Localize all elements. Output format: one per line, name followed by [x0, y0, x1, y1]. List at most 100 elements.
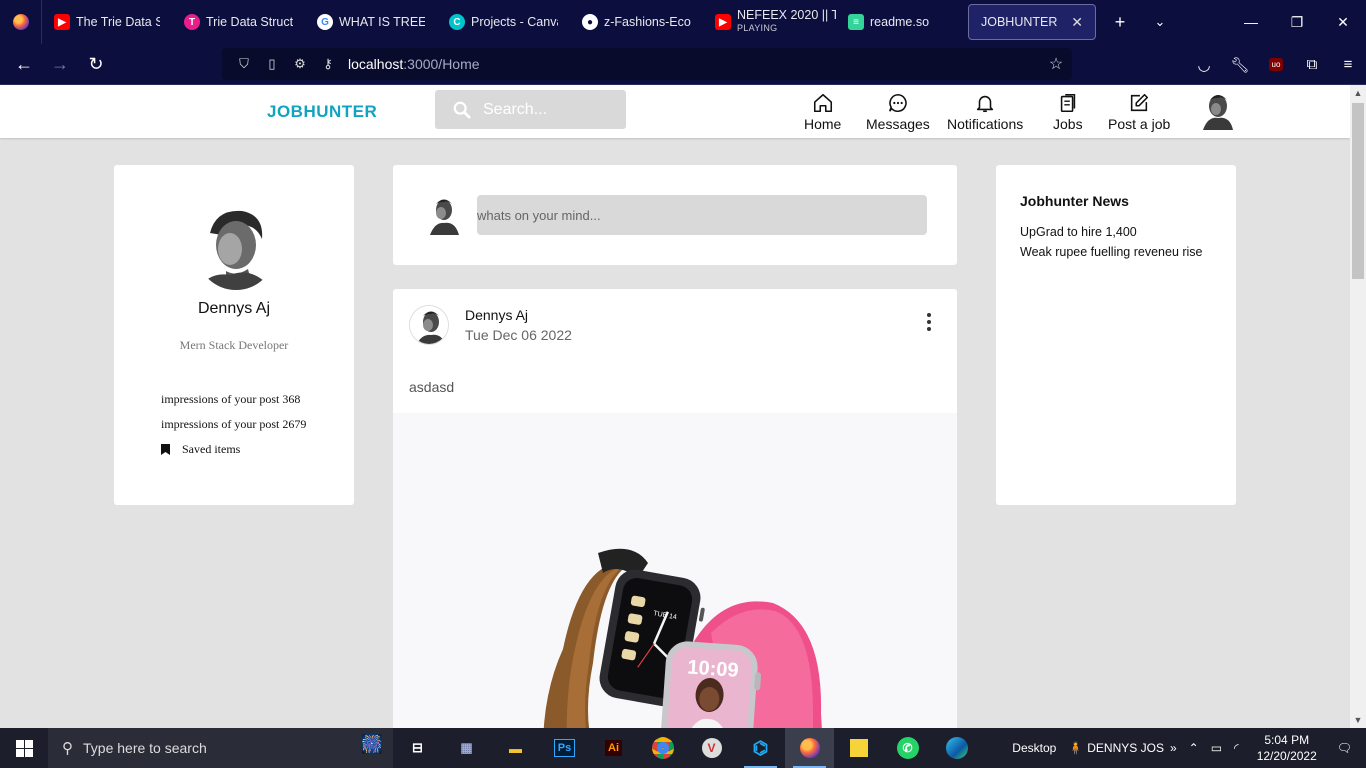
- compose-avatar: [430, 199, 459, 235]
- scroll-down-icon[interactable]: ▼: [1350, 712, 1366, 728]
- browser-tab[interactable]: ▶ The Trie Data Stru: [42, 0, 172, 44]
- post-text: asdasd: [409, 379, 455, 395]
- url-bar[interactable]: ⛉ ▯ ⚙ ⚷ localhost:3000/Home ☆: [222, 48, 1072, 80]
- browser-navbar: ← → ↻ ⛉ ▯ ⚙ ⚷ localhost:3000/Home ☆ ◡ 🔧︎…: [0, 44, 1366, 85]
- scrollbar-thumb[interactable]: [1352, 103, 1364, 279]
- desktop-toolbar[interactable]: Desktop: [1006, 741, 1062, 755]
- extensions-icon[interactable]: ⧉: [1294, 44, 1330, 85]
- nav-post-job[interactable]: Post a job: [1108, 92, 1170, 132]
- t-icon: T: [184, 14, 200, 30]
- edge-icon[interactable]: [932, 728, 981, 768]
- profile-name[interactable]: Dennys Aj: [114, 300, 354, 318]
- url-text[interactable]: localhost:3000/Home: [348, 56, 480, 72]
- watch-illustration: TUE 14 10:09: [543, 548, 823, 749]
- restore-icon[interactable]: ❐: [1274, 0, 1320, 44]
- scroll-up-icon[interactable]: ▲: [1350, 85, 1366, 101]
- notifications-center-icon[interactable]: 🗨︎: [1329, 741, 1366, 755]
- saved-items-link[interactable]: Saved items: [161, 437, 306, 462]
- hamburger-menu-icon[interactable]: ≡: [1330, 44, 1366, 85]
- messages-icon: [888, 93, 907, 113]
- illustrator-icon[interactable]: Ai: [589, 728, 638, 768]
- ublock-icon[interactable]: uo: [1258, 44, 1294, 85]
- browser-tab[interactable]: G WHAT IS TREE DA: [305, 0, 437, 44]
- browser-tab[interactable]: ▶ NEFEEX 2020 || To PLAYING: [703, 0, 836, 44]
- wrench-icon[interactable]: 🔧︎: [1222, 44, 1258, 85]
- vivaldi-icon[interactable]: V: [687, 728, 736, 768]
- chevron-right-icon: »: [1169, 741, 1177, 755]
- more-options-icon[interactable]: [923, 313, 935, 331]
- browser-tab-active[interactable]: JOBHUNTER ✕: [968, 4, 1096, 40]
- reload-icon[interactable]: ↻: [78, 44, 114, 85]
- new-tab-icon[interactable]: +: [1100, 0, 1140, 44]
- photos-app-icon[interactable]: ▦: [442, 728, 491, 768]
- wifi-icon[interactable]: ◜: [1228, 741, 1245, 755]
- key-icon[interactable]: ⚷: [314, 56, 342, 72]
- close-window-icon[interactable]: ✕: [1320, 0, 1366, 44]
- post-author-name[interactable]: Dennys Aj: [465, 307, 528, 323]
- chrome-icon[interactable]: [638, 728, 687, 768]
- compose-input[interactable]: [477, 195, 927, 235]
- forward-icon[interactable]: →: [42, 44, 78, 85]
- shield-icon[interactable]: ⛉: [230, 56, 258, 72]
- system-tray: Desktop 🧍 DENNYS JOS» ⌃ ▭ ◜ 5:04 PM 12/20…: [1006, 728, 1366, 768]
- task-view-icon[interactable]: ⊟: [393, 728, 442, 768]
- browser-tab[interactable]: ● z-Fashions-Ecom: [570, 0, 703, 44]
- profile-avatar[interactable]: [196, 205, 276, 295]
- browser-tab[interactable]: ≡ readme.so: [836, 0, 964, 44]
- news-list: UpGrad to hire 1,400 Weak rupee fuelling…: [1020, 222, 1203, 262]
- nav-home[interactable]: Home: [804, 92, 841, 132]
- compose-card: [393, 165, 957, 265]
- impressions-stat: impressions of your post 2679: [161, 417, 307, 431]
- page-icon[interactable]: ▯: [258, 56, 286, 72]
- user-avatar[interactable]: [1200, 92, 1235, 130]
- search-box[interactable]: [435, 90, 626, 129]
- minimize-icon[interactable]: —: [1228, 0, 1274, 44]
- whatsapp-icon[interactable]: ✆: [883, 728, 932, 768]
- bell-icon: [977, 95, 994, 113]
- back-icon[interactable]: ←: [6, 44, 42, 85]
- windows-start-icon[interactable]: [0, 728, 48, 768]
- jobs-icon: [1060, 93, 1075, 113]
- nav-messages[interactable]: Messages: [866, 92, 930, 132]
- news-title: Jobhunter News: [1020, 193, 1129, 209]
- readme-icon: ≡: [848, 14, 864, 30]
- home-icon: [813, 93, 832, 113]
- file-explorer-icon[interactable]: ▬: [491, 728, 540, 768]
- browser-tab[interactable]: C Projects - Canva: [437, 0, 570, 44]
- tray-overflow-icon[interactable]: ⌃: [1183, 741, 1205, 755]
- search-icon: [453, 101, 471, 119]
- bookmark-icon: [161, 444, 170, 455]
- firefox-menu-icon[interactable]: [0, 0, 42, 44]
- user-toolbar[interactable]: 🧍 DENNYS JOS»: [1062, 741, 1182, 755]
- browser-tab-strip: ▶ The Trie Data Stru T Trie Data Structu…: [0, 0, 1366, 44]
- battery-icon[interactable]: ▭: [1205, 741, 1228, 755]
- github-icon: ●: [582, 14, 598, 30]
- canva-icon: C: [449, 14, 465, 30]
- news-item[interactable]: Weak rupee fuelling reveneu rise: [1020, 242, 1203, 262]
- news-item[interactable]: UpGrad to hire 1,400: [1020, 222, 1203, 242]
- vscode-icon[interactable]: ⌬: [736, 728, 785, 768]
- post-author-avatar[interactable]: [409, 305, 449, 345]
- avatar-image: [410, 306, 448, 344]
- search-highlight-icon: 🎆: [360, 734, 383, 754]
- photoshop-icon[interactable]: Ps: [540, 728, 589, 768]
- nav-jobs[interactable]: Jobs: [1053, 92, 1083, 132]
- post-image[interactable]: TUE 14 10:09: [393, 413, 957, 749]
- close-tab-icon[interactable]: ✕: [1071, 14, 1083, 31]
- brand-logo[interactable]: JOBHUNTER: [267, 102, 377, 122]
- sticky-notes-icon[interactable]: [834, 728, 883, 768]
- bookmark-star-icon[interactable]: ☆: [1040, 54, 1072, 74]
- page-scrollbar[interactable]: ▲ ▼: [1350, 85, 1366, 728]
- taskbar-clock[interactable]: 5:04 PM 12/20/2022: [1245, 732, 1329, 764]
- firefox-taskbar-icon[interactable]: [785, 728, 834, 768]
- app-header: JOBHUNTER Home Messages Notifications Jo…: [0, 85, 1350, 138]
- nav-notifications[interactable]: Notifications: [947, 92, 1023, 132]
- post-card: Dennys Aj Tue Dec 06 2022 asdasd TUE 14 …: [393, 289, 957, 749]
- pocket-icon[interactable]: ◡: [1186, 44, 1222, 85]
- search-icon: ⚲: [62, 740, 73, 757]
- browser-tab[interactable]: T Trie Data Structur: [172, 0, 305, 44]
- permissions-icon[interactable]: ⚙: [286, 56, 314, 72]
- taskbar-search[interactable]: ⚲ Type here to search 🎆: [48, 728, 393, 768]
- search-input[interactable]: [483, 100, 623, 119]
- tab-list-chevron-icon[interactable]: ⌄: [1140, 0, 1180, 44]
